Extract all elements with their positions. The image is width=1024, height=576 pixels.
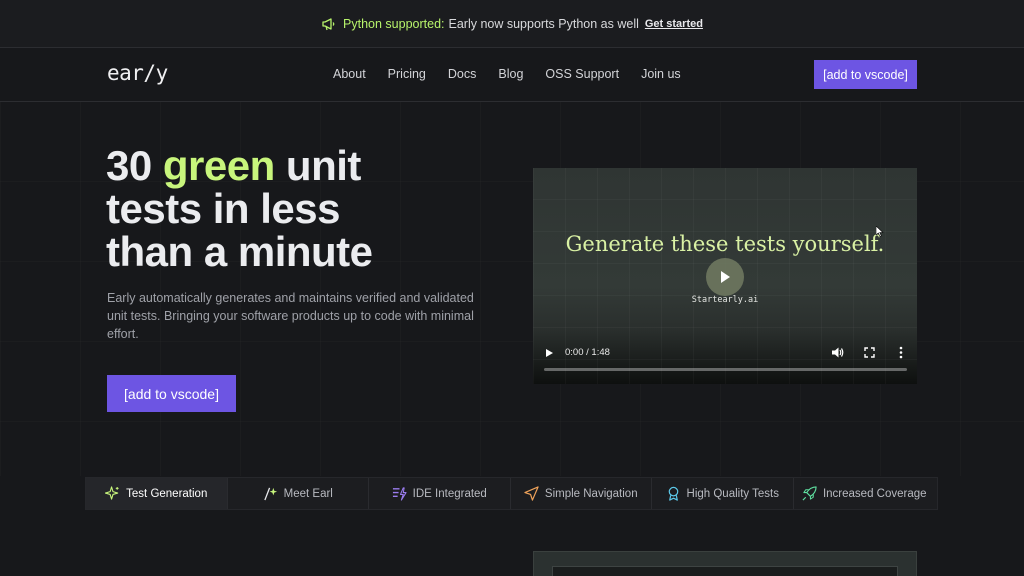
tab-label: IDE Integrated xyxy=(412,487,487,500)
add-to-vscode-nav-button[interactable]: [add to vscode] xyxy=(814,60,917,89)
video-brand: Startearly.ai xyxy=(691,295,759,305)
play-control-icon[interactable] xyxy=(544,348,554,358)
tab-label: Simple Navigation xyxy=(544,487,638,500)
feature-tabs: Test Generation Meet Earl IDE Integrated… xyxy=(85,477,938,510)
nav-link-pricing[interactable]: Pricing xyxy=(388,67,426,81)
nav-link-docs[interactable]: Docs xyxy=(448,67,476,81)
feature-preview-image xyxy=(533,551,917,576)
tab-test-generation[interactable]: Test Generation xyxy=(86,478,228,509)
tab-ide-integrated[interactable]: IDE Integrated xyxy=(369,478,511,509)
volume-icon[interactable] xyxy=(831,346,844,359)
navigation-arrow-icon xyxy=(524,486,539,501)
video-progress-bar[interactable] xyxy=(544,368,907,371)
tab-label: High Quality Tests xyxy=(686,487,779,500)
tab-label: Meet Earl xyxy=(283,487,333,500)
top-navigation: ear/y About Pricing Docs Blog OSS Suppor… xyxy=(0,49,1024,102)
nav-link-blog[interactable]: Blog xyxy=(498,67,523,81)
add-to-vscode-hero-button[interactable]: [add to vscode] xyxy=(107,375,236,412)
video-play-overlay-button[interactable] xyxy=(706,258,744,296)
tab-simple-navigation[interactable]: Simple Navigation xyxy=(511,478,652,509)
announcement-text: Early now supports Python as well xyxy=(448,16,639,31)
tab-label: Increased Coverage xyxy=(822,487,927,500)
logo[interactable]: ear/y xyxy=(107,61,168,85)
video-title: Generate these tests yourself. xyxy=(565,232,885,256)
tab-increased-coverage[interactable]: Increased Coverage xyxy=(794,478,936,509)
headline-prefix: 30 xyxy=(106,142,163,189)
hero-subtitle: Early automatically generates and mainta… xyxy=(107,291,474,341)
nav-link-about[interactable]: About xyxy=(333,67,366,81)
megaphone-icon xyxy=(322,17,335,30)
announcement-highlight: Python supported: xyxy=(343,16,445,31)
tab-label: Test Generation xyxy=(126,487,208,500)
announcement-bar: Python supported: Early now supports Pyt… xyxy=(0,0,1024,48)
play-icon xyxy=(721,271,730,283)
tab-high-quality-tests[interactable]: High Quality Tests xyxy=(652,478,794,509)
headline-green-word: green xyxy=(162,142,275,189)
nav-link-oss-support[interactable]: OSS Support xyxy=(545,67,619,81)
video-time: 0:00 / 1:48 xyxy=(565,347,610,358)
list-lightning-icon xyxy=(392,487,407,501)
nav-link-join-us[interactable]: Join us xyxy=(641,67,681,81)
preview-window xyxy=(552,566,898,576)
hero-headline: 30 green unit tests in less than a minut… xyxy=(106,144,426,273)
rocket-icon xyxy=(802,486,817,501)
more-options-icon[interactable] xyxy=(898,346,904,359)
sparkles-icon xyxy=(105,486,119,500)
video-controls: 0:00 / 1:48 xyxy=(533,340,917,384)
get-started-link[interactable]: Get started xyxy=(645,18,703,30)
mouse-cursor-icon xyxy=(876,226,884,237)
award-ribbon-icon xyxy=(668,486,678,501)
tab-meet-earl[interactable]: Meet Earl xyxy=(228,478,369,509)
demo-video[interactable]: Generate these tests yourself. Startearl… xyxy=(533,168,917,384)
nav-links: About Pricing Docs Blog OSS Support Join… xyxy=(333,67,703,81)
fullscreen-icon[interactable] xyxy=(864,347,875,358)
wand-icon xyxy=(263,487,277,501)
